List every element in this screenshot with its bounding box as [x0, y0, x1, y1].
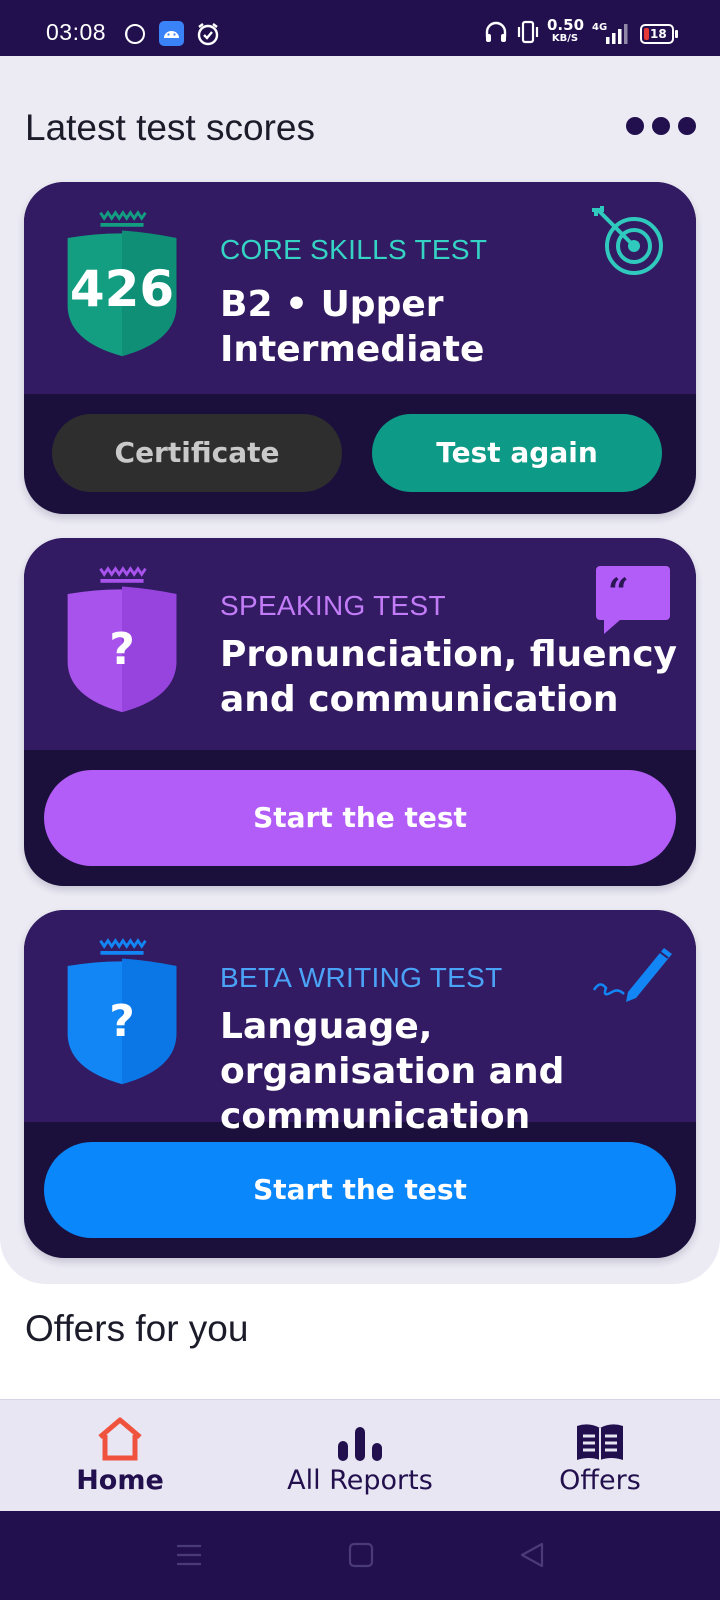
test-again-button[interactable]: Test again	[372, 414, 662, 492]
home-square-icon[interactable]	[348, 1542, 374, 1568]
certificate-button[interactable]: Certificate	[52, 414, 342, 492]
writing-score: ?	[109, 996, 135, 1047]
core-score: 426	[69, 260, 175, 318]
writing-start-button[interactable]: Start the test	[44, 1142, 676, 1238]
nav-home-label: Home	[76, 1465, 164, 1496]
speech-quote-icon: “	[596, 566, 670, 634]
core-skills-label: CORE SKILLS TEST	[220, 234, 488, 265]
moon-icon	[125, 24, 145, 44]
speaking-card: ? SPEAKING TEST Pronunciation, fluency a…	[24, 538, 696, 886]
open-book-icon	[577, 1424, 623, 1460]
nav-home[interactable]: Home	[40, 1400, 200, 1512]
vibrate-icon	[517, 20, 539, 44]
bottom-navigation: Home All Reports Offers	[0, 1399, 720, 1511]
network-type: 4G	[592, 22, 608, 33]
more-dots-icon[interactable]	[626, 117, 696, 135]
battery-icon: 18	[640, 24, 678, 44]
speaking-label: SPEAKING TEST	[220, 590, 446, 621]
speaking-score: ?	[109, 624, 135, 675]
back-triangle-icon[interactable]	[518, 1541, 546, 1569]
net-speed: 0.50 KB/S	[547, 16, 585, 46]
writing-label: BETA WRITING TEST	[220, 962, 503, 993]
scores-section-title: Latest test scores	[25, 107, 315, 148]
status-time: 03:08	[46, 19, 107, 45]
status-bar: 03:08 0.50 KB/S 4G 18	[0, 0, 720, 56]
writing-title: Language, organisation and communication	[220, 1006, 565, 1137]
bar-chart-icon	[338, 1427, 382, 1461]
core-skills-card: 426 CORE SKILLS TEST B2 • Upper Intermed…	[24, 182, 696, 514]
writing-card: ? BETA WRITING TEST Language, organisati…	[24, 910, 696, 1258]
signal-icon	[606, 24, 628, 44]
nav-offers-label: Offers	[559, 1465, 641, 1496]
battery-level: 18	[650, 27, 667, 41]
nav-all-reports[interactable]: All Reports	[270, 1400, 450, 1512]
net-speed-unit: KB/S	[551, 33, 579, 44]
offers-section-title: Offers for you	[25, 1308, 249, 1349]
menu-icon[interactable]	[176, 1542, 202, 1568]
alarm-check-icon	[197, 23, 219, 46]
core-skills-title: B2 • Upper Intermediate	[220, 284, 485, 370]
target-icon	[592, 206, 663, 275]
nav-offers[interactable]: Offers	[530, 1400, 670, 1512]
nav-all-reports-label: All Reports	[287, 1465, 433, 1496]
home-icon	[98, 1417, 142, 1461]
android-app-icon	[159, 21, 184, 46]
pen-icon	[592, 948, 672, 1002]
net-speed-value: 0.50	[547, 16, 585, 34]
system-navigation-bar	[0, 1511, 720, 1600]
headphones-icon	[485, 21, 507, 42]
speaking-start-button[interactable]: Start the test	[44, 770, 676, 866]
speaking-title: Pronunciation, fluency and communication	[220, 634, 678, 720]
svg-text:“: “	[608, 571, 629, 613]
